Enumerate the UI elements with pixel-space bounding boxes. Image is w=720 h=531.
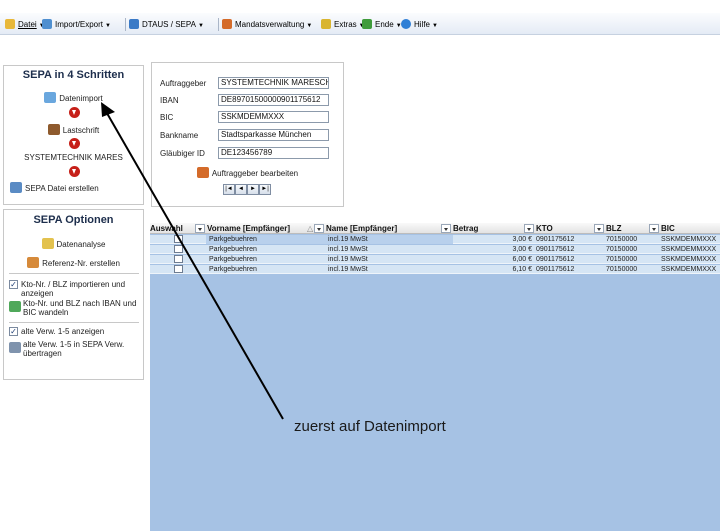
annotation-text: zuerst auf Datenimport — [294, 418, 446, 435]
annotation-arrow-line — [103, 107, 284, 420]
annotation-arrow — [101, 102, 284, 420]
